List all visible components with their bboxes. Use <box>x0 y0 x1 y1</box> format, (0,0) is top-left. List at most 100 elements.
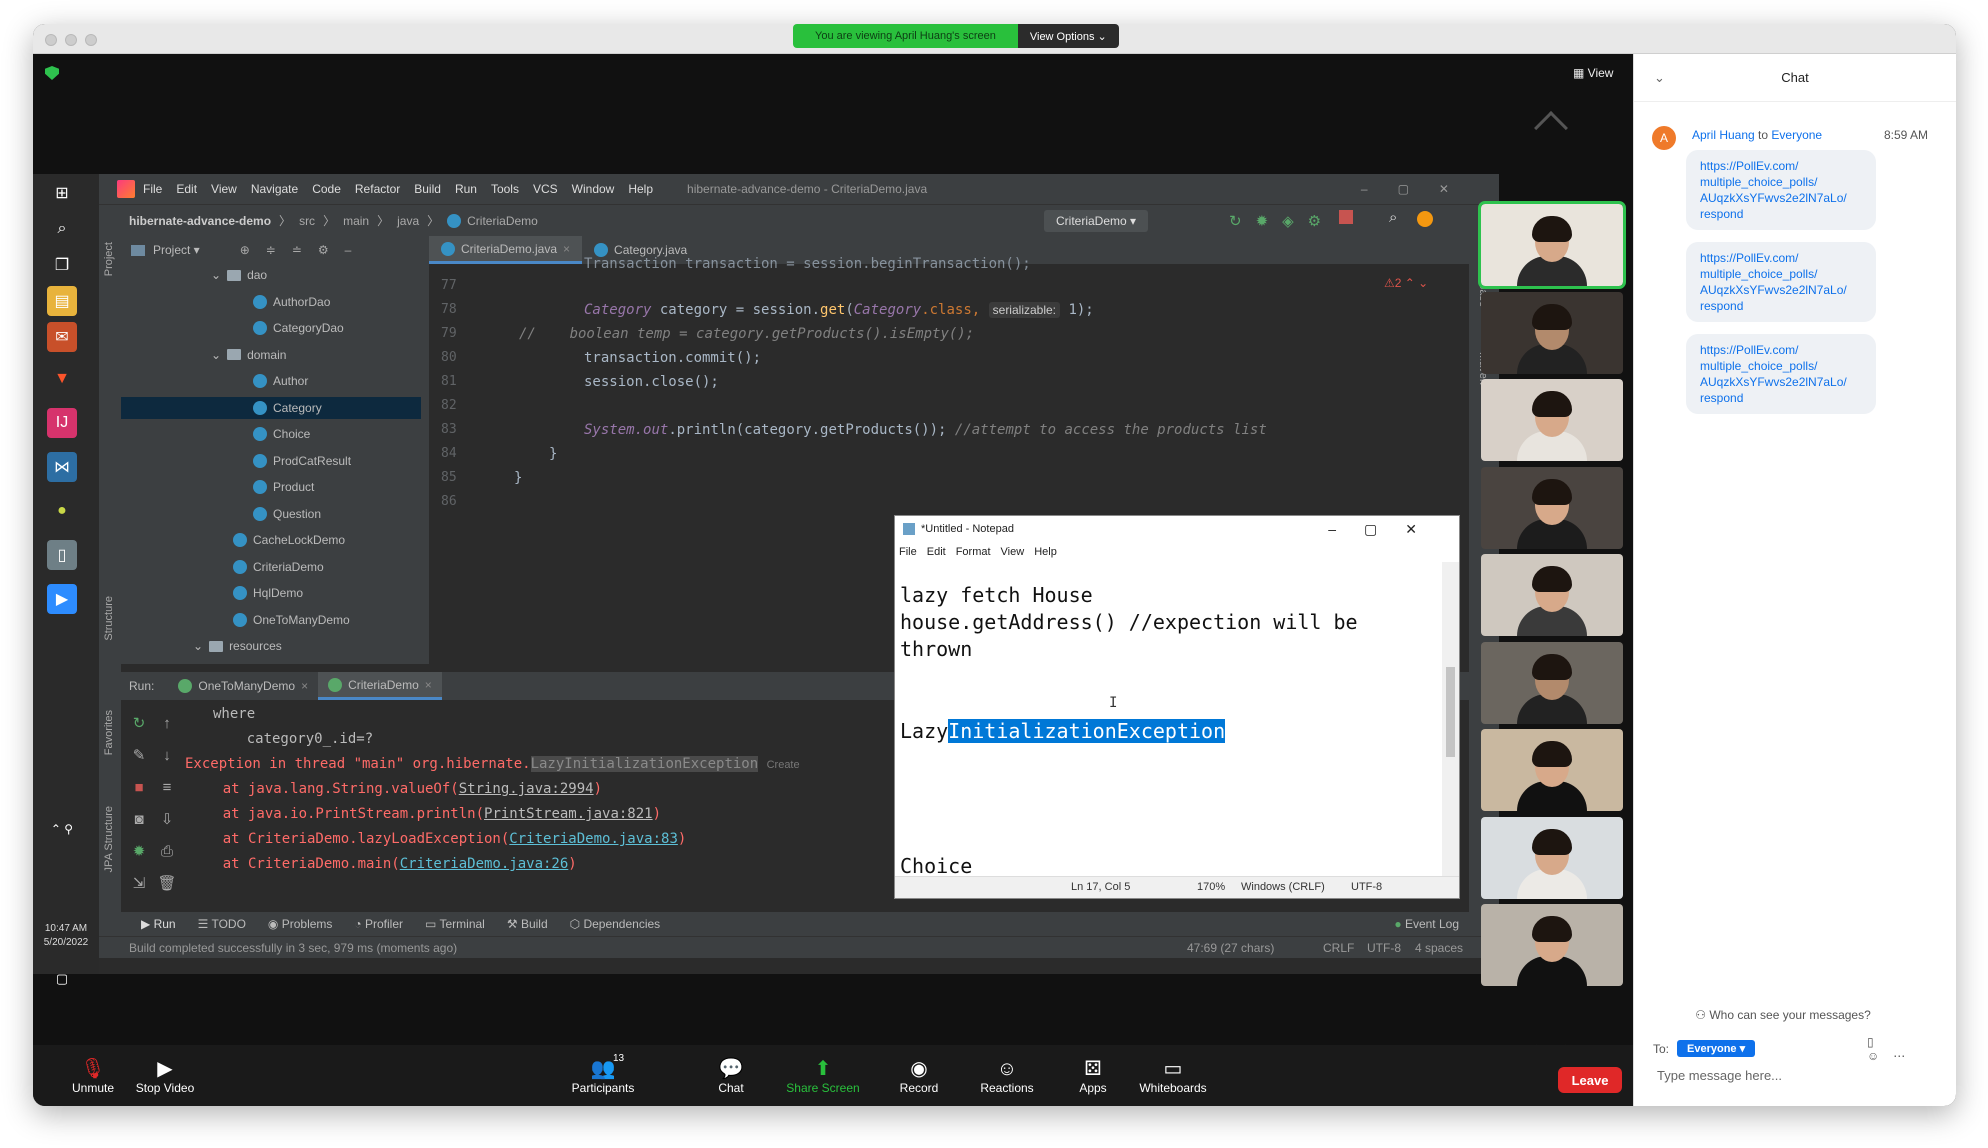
crumb-class[interactable]: CriteriaDemo <box>467 214 538 228</box>
app-globe-icon[interactable]: ● <box>47 496 77 526</box>
crumb-src[interactable]: src <box>299 214 315 228</box>
stop-icon[interactable] <box>1339 210 1353 224</box>
favorites-tool-tab[interactable]: Favorites <box>103 710 115 755</box>
chevron-up-icon[interactable] <box>1534 111 1568 145</box>
participant-video-tile[interactable] <box>1481 904 1623 986</box>
notification-icon[interactable]: ▢ <box>47 964 77 994</box>
menu-tools[interactable]: Tools <box>491 182 519 196</box>
search-icon[interactable]: ⌕ <box>47 214 77 244</box>
stack-link[interactable]: CriteriaDemo.java:83 <box>509 831 678 847</box>
system-tray-icons[interactable]: ⌃ ⚲ <box>47 814 77 844</box>
notepad-menu-file[interactable]: File <box>899 546 917 558</box>
whiteboards-button[interactable]: ▭ Whiteboards <box>1133 1045 1213 1106</box>
crumb-project[interactable]: hibernate-advance-demo <box>129 214 271 228</box>
share-screen-button[interactable]: ⬆ Share Screen <box>783 1045 863 1106</box>
stack-link[interactable]: PrintStream.java:821 <box>484 806 653 822</box>
participants-button[interactable]: 👥 13 Participants <box>563 1045 643 1106</box>
unmute-button[interactable]: 🎙 Unmute <box>53 1045 133 1106</box>
stop-video-button[interactable]: ▶ Stop Video <box>125 1045 205 1106</box>
chat-sender[interactable]: April Huang <box>1692 128 1755 142</box>
tree-item-dao[interactable]: ⌄ dao <box>121 264 421 286</box>
tab-criteriademo[interactable]: CriteriaDemo.java × <box>429 236 583 264</box>
close-tab-icon[interactable]: × <box>425 678 432 692</box>
bottom-tab-dependencies[interactable]: ⬡ Dependencies <box>570 917 661 931</box>
wechat-icon[interactable]: ✉ <box>47 322 77 352</box>
participant-video-tile[interactable] <box>1481 641 1623 724</box>
structure-tool-tab[interactable]: Structure <box>103 596 115 641</box>
chat-file-emoji-more-icons[interactable]: ▯☺⋯ <box>1867 1035 1919 1063</box>
event-log-button[interactable]: ● Event Log <box>1394 917 1459 931</box>
tree-item-cachelockdemo[interactable]: CacheLockDemo <box>121 529 421 551</box>
project-tool-tab[interactable]: Project <box>103 242 115 276</box>
stack-link[interactable]: String.java:2994 <box>459 781 594 797</box>
chat-message-input[interactable]: Type message here... <box>1657 1068 1782 1083</box>
update-icon[interactable] <box>1417 211 1433 227</box>
leave-button[interactable]: Leave <box>1558 1067 1622 1093</box>
bottom-tab-run[interactable]: ▶ Run <box>141 917 176 931</box>
tree-item-hqldemo[interactable]: HqlDemo <box>121 582 421 604</box>
search-everywhere-icon[interactable]: ⌕ <box>1389 209 1397 226</box>
menu-window[interactable]: Window <box>572 182 615 196</box>
intellij-icon[interactable]: IJ <box>47 408 77 438</box>
run-toolbar-icons[interactable]: ↻✹◈⚙ <box>1229 212 1335 230</box>
bottom-tab-profiler[interactable]: ◔ Profiler <box>354 917 403 931</box>
close-traffic-light[interactable] <box>45 34 57 46</box>
close-tab-icon[interactable]: × <box>563 242 570 256</box>
menu-build[interactable]: Build <box>414 182 441 196</box>
run-config-select[interactable]: CriteriaDemo ▾ <box>1044 210 1149 232</box>
reactions-button[interactable]: ☺ Reactions <box>967 1045 1047 1106</box>
menu-vcs[interactable]: VCS <box>533 182 558 196</box>
notepad-window-controls[interactable]: –▢✕ <box>1328 521 1445 538</box>
menu-view[interactable]: View <box>211 182 237 196</box>
menu-help[interactable]: Help <box>628 182 653 196</box>
minimize-traffic-light[interactable] <box>65 34 77 46</box>
file-explorer-icon[interactable]: ▤ <box>47 286 77 316</box>
menu-run[interactable]: Run <box>455 182 477 196</box>
participant-video-tile[interactable] <box>1478 201 1626 289</box>
bottom-tab-terminal[interactable]: ▭ Terminal <box>425 917 485 931</box>
notepad-menu-format[interactable]: Format <box>956 546 991 558</box>
tree-item-domain[interactable]: ⌄ domain <box>121 344 421 366</box>
project-view-select[interactable]: Project ▾ <box>153 243 200 257</box>
chat-recipient[interactable]: Everyone <box>1771 128 1822 142</box>
tree-item-product[interactable]: Product <box>121 476 421 498</box>
windows-clock[interactable]: 10:47 AM 5/20/2022 <box>33 922 99 950</box>
close-tab-icon[interactable]: × <box>301 679 308 693</box>
notepad-text-area[interactable]: lazy fetch House house.getAddress() //ex… <box>895 562 1443 876</box>
tree-item-choice[interactable]: Choice <box>121 423 421 445</box>
notepad-menu-view[interactable]: View <box>1001 546 1025 558</box>
view-options-button[interactable]: View Options ⌄ <box>1017 24 1119 48</box>
zoom-traffic-light[interactable] <box>85 34 97 46</box>
recipient-select[interactable]: Everyone ▾ <box>1677 1040 1756 1057</box>
tree-item-authordao[interactable]: AuthorDao <box>121 291 421 313</box>
file-encoding[interactable]: UTF-8 <box>1367 941 1401 955</box>
bottom-tab-build[interactable]: ⚒ Build <box>507 917 548 931</box>
record-button[interactable]: ◉ Record <box>879 1045 959 1106</box>
scrollbar-thumb[interactable] <box>1446 667 1455 757</box>
jpa-structure-tool-tab[interactable]: JPA Structure <box>103 806 115 872</box>
chevron-down-icon[interactable]: ⌄ <box>211 348 221 362</box>
notepad-scrollbar[interactable] <box>1442 562 1459 876</box>
window-controls[interactable]: –▢✕ <box>1361 182 1479 196</box>
participant-video-tile[interactable] <box>1481 466 1623 549</box>
tree-item-question[interactable]: Question <box>121 503 421 525</box>
zoom-app-icon[interactable]: ▶ <box>47 584 77 614</box>
tree-item-category[interactable]: Category <box>121 396 421 419</box>
project-panel-tools[interactable]: ⊕≑≐⚙– <box>240 243 368 257</box>
participant-video-tile[interactable] <box>1481 379 1623 461</box>
view-button[interactable]: ▦ View <box>1573 66 1613 80</box>
tree-item-onetomanydemo[interactable]: OneToManyDemo <box>121 609 421 631</box>
task-view-icon[interactable]: ❐ <box>47 250 77 280</box>
brave-browser-icon[interactable]: ▼ <box>47 364 77 394</box>
rerun-icon[interactable]: ↻ ✎ ■ ◙ ✹ ⇲ <box>129 708 149 900</box>
warning-indicator[interactable]: ⚠2 ⌃ ⌄ <box>1384 276 1428 290</box>
stack-link[interactable]: CriteriaDemo.java:26 <box>400 856 569 872</box>
notepad-menu-help[interactable]: Help <box>1034 546 1057 558</box>
windows-start-icon[interactable]: ⊞ <box>47 178 77 208</box>
chat-message-link[interactable]: https://PollEv.com/ multiple_choice_poll… <box>1686 242 1876 322</box>
participant-video-tile[interactable] <box>1481 291 1623 374</box>
menu-edit[interactable]: Edit <box>176 182 197 196</box>
line-separator[interactable]: CRLF <box>1323 941 1354 955</box>
apps-button[interactable]: ⚄ Apps <box>1053 1045 1133 1106</box>
menu-code[interactable]: Code <box>312 182 341 196</box>
